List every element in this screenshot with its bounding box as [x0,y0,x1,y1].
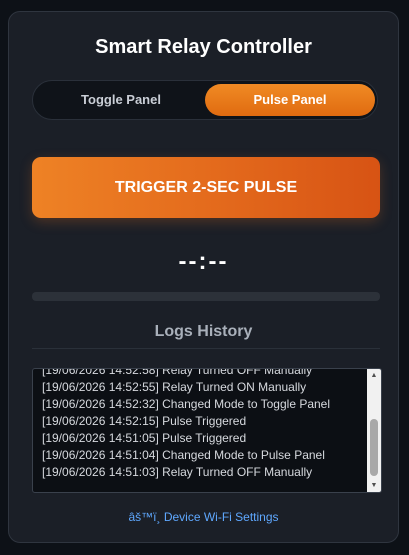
log-entry: [19/06/2026 14:51:03] Relay Turned OFF M… [42,465,313,479]
log-entry: [19/06/2026 14:52:32] Changed Mode to To… [42,397,331,411]
mode-tab-bar: Toggle Panel Pulse Panel [32,80,378,120]
scroll-down-arrow-icon[interactable]: ▼ [367,479,381,492]
log-entry: [19/06/2026 14:51:04] Changed Mode to Pu… [42,448,325,462]
log-entry: [19/06/2026 14:52:55] Relay Turned ON Ma… [42,380,307,394]
logs-list: [19/06/2026 14:52:58] Relay Turned OFF M… [42,368,362,481]
logs-heading: Logs History [154,323,253,340]
trigger-pulse-button[interactable]: TRIGGER 2-SEC PULSE [32,157,380,218]
logs-list-box[interactable]: [19/06/2026 14:52:58] Relay Turned OFF M… [32,368,382,493]
log-entry: [19/06/2026 14:51:05] Pulse Triggered [42,431,247,445]
pulse-timer-display: --:-- [178,248,229,275]
log-entry: [19/06/2026 14:52:58] Relay Turned OFF M… [42,368,313,377]
log-entry: [19/06/2026 14:52:15] Pulse Triggered [42,414,247,428]
pulse-progress-bar [32,292,380,301]
logs-divider [32,348,380,349]
scrollbar-thumb[interactable] [370,419,378,476]
device-wifi-settings-link[interactable]: âš™ï¸ Device Wi-Fi Settings [9,510,398,524]
logs-scrollbar[interactable]: ▲ ▼ [367,369,381,492]
scroll-up-arrow-icon[interactable]: ▲ [367,369,381,382]
page-title: Smart Relay Controller [95,36,312,58]
relay-controller-card: Smart Relay Controller Toggle Panel Puls… [8,11,399,543]
tab-toggle-panel[interactable]: Toggle Panel [37,84,205,116]
tab-pulse-panel[interactable]: Pulse Panel [205,84,375,116]
